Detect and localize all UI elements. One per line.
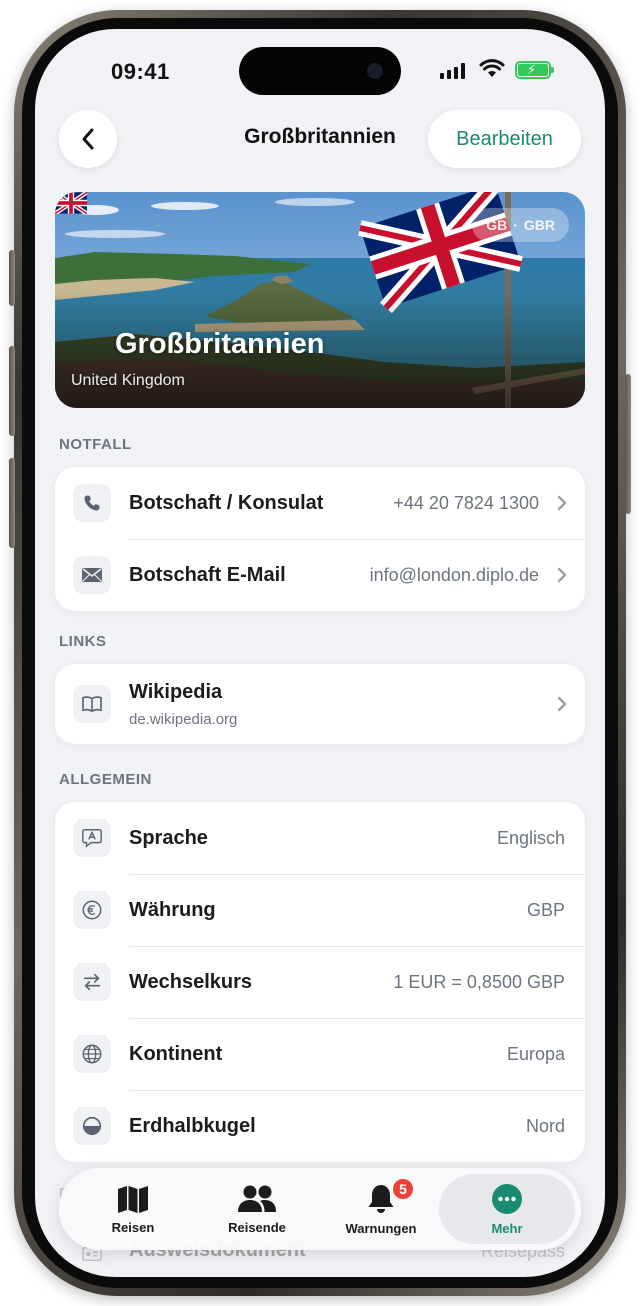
mail-icon [73,556,111,594]
currency-value: GBP [526,899,565,920]
screen: 09:41 ⚡ Großbritannien Bearbeiten GB · G… [35,29,605,1277]
links-card: Wikipedia de.wikipedia.org [55,664,585,744]
people-icon [238,1185,276,1212]
chevron-right-icon [557,495,567,511]
volume-down-button [9,458,15,548]
chevron-right-icon [557,567,567,583]
exchange-rate-label: Wechselkurs [129,970,253,993]
country-code-iso2: GB [486,217,508,233]
continent-row: Kontinent Europa [55,1018,585,1090]
currency-label: Währung [129,898,216,921]
edit-button[interactable]: Bearbeiten [428,110,581,168]
exchange-rate-row: Wechselkurs 1 EUR = 0,8500 GBP [55,946,585,1018]
tab-label-reisen: Reisen [111,1219,155,1235]
euro-icon [73,891,111,929]
chevron-right-icon [557,696,567,712]
emergency-card: Botschaft / Konsulat +44 20 7824 1300 Bo… [55,467,585,611]
power-button [625,374,631,514]
country-hero-card: GB · GBR Großbritannien United Kingdom [55,192,585,408]
uk-flag-icon [55,192,87,214]
status-bar: 09:41 ⚡ [35,29,605,109]
battery-icon: ⚡ [515,61,554,79]
volume-up-button [9,346,15,436]
book-icon [73,685,111,723]
embassy-email-label: Botschaft E-Mail [129,563,286,586]
wikipedia-row[interactable]: Wikipedia de.wikipedia.org [55,664,585,744]
country-english-name: United Kingdom [71,372,185,389]
tab-label-warnungen: Warnungen [345,1220,417,1236]
country-code-badge: GB · GBR [472,208,569,242]
embassy-email-row[interactable]: Botschaft E-Mail info@london.diplo.de [55,539,585,611]
wikipedia-domain: de.wikipedia.org [129,711,238,728]
action-button [9,250,15,306]
continent-value: Europa [506,1043,565,1064]
continent-label: Kontinent [129,1042,223,1065]
hemisphere-icon [73,1107,111,1145]
globe-icon [73,1035,111,1073]
embassy-phone-row[interactable]: Botschaft / Konsulat +44 20 7824 1300 [55,467,585,539]
wifi-icon [479,59,505,77]
general-card: Sprache Englisch Währung GBP Wechselkurs… [55,802,585,1162]
tab-bar: Reisen Reisende 5 Warnungen Mehr [59,1168,581,1250]
language-label: Sprache [129,826,208,849]
signal-icon [440,63,465,79]
country-code-iso3: GBR [523,217,555,233]
status-time: 09:41 [111,59,170,84]
phone-icon [73,484,111,522]
hemisphere-value: Nord [525,1115,565,1136]
warnings-badge: 5 [391,1177,415,1201]
hemisphere-label: Erdhalbkugel [129,1114,256,1137]
tab-mehr[interactable]: Mehr [439,1174,575,1244]
currency-row: Währung GBP [55,874,585,946]
more-icon [492,1183,522,1214]
tab-warnungen[interactable]: 5 Warnungen [319,1168,443,1250]
dynamic-island [239,47,401,95]
tab-label-reisende: Reisende [228,1219,286,1235]
exchange-rate-value: 1 EUR = 0,8500 GBP [393,971,565,992]
exchange-icon [73,963,111,1001]
language-value: Englisch [496,827,565,848]
tab-reisende[interactable]: Reisende [195,1168,319,1250]
section-label-general: ALLGEMEIN [59,771,152,788]
language-icon [73,819,111,857]
hemisphere-row: Erdhalbkugel Nord [55,1090,585,1162]
tab-reisen[interactable]: Reisen [71,1168,195,1250]
code-separator: · [513,217,518,233]
map-icon [118,1185,148,1213]
tab-label-mehr: Mehr [491,1220,523,1236]
section-label-links: LINKS [59,633,107,650]
wikipedia-label: Wikipedia [129,681,223,703]
embassy-phone-value: +44 20 7824 1300 [393,492,539,513]
embassy-email-value: info@london.diplo.de [369,564,539,585]
language-row: Sprache Englisch [55,802,585,874]
embassy-phone-label: Botschaft / Konsulat [129,491,324,514]
country-name: Großbritannien [115,328,325,360]
section-label-emergency: NOTFALL [59,436,132,453]
